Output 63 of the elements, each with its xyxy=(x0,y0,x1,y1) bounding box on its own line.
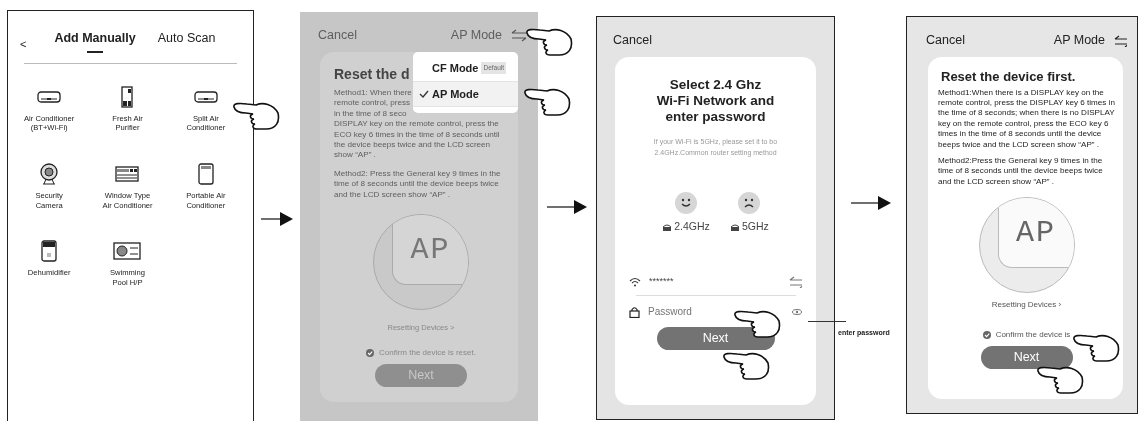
check-icon xyxy=(419,89,429,98)
screen-title: Reset the device first. xyxy=(940,68,1077,86)
lock-icon xyxy=(629,305,640,318)
flow-arrow xyxy=(261,212,293,226)
hand-icon xyxy=(733,308,781,339)
back-button[interactable]: < xyxy=(20,36,27,59)
band-label: 5GHz xyxy=(741,219,769,234)
resetting-link[interactable]: Resetting Devices › xyxy=(991,299,1062,312)
wifi-icon xyxy=(629,276,641,287)
eye-icon[interactable] xyxy=(792,308,802,315)
flow-arrow xyxy=(547,200,587,214)
switch-icon[interactable] xyxy=(510,27,528,43)
instruction-text: Method2:Press the General key 9 times in the time of 8 seconds until the device beeps twice and the LCD screen show “AP” . xyxy=(938,155,1104,188)
purifier-icon xyxy=(121,85,134,108)
router-icon xyxy=(662,222,673,231)
air-conditioner-icon xyxy=(193,90,218,103)
sad-face-icon xyxy=(738,192,761,214)
flow-arrow xyxy=(850,196,891,210)
mode-label: AP Mode xyxy=(1053,31,1105,49)
confirm-checkbox[interactable] xyxy=(982,331,991,340)
instruction-text: Method1:When there is a DISPLAY key on the remote control, press the DISPLAY key 6 times in the time of 8 seconds; when there is no DISPLAY key on the remote control, press the ECO key 6 times in the time of 8 seconds until the device beeps twice and the LCD screen show “AP” . xyxy=(938,87,1115,150)
window-unit-icon xyxy=(115,165,140,182)
cancel-link[interactable]: Cancel xyxy=(926,30,965,50)
tab[interactable]: Auto Scan xyxy=(153,29,220,59)
hand-icon xyxy=(1072,332,1120,363)
tab[interactable]: Add Manually xyxy=(50,29,140,59)
instruction-line: ECO key 6 times in the time of 8 seconds until xyxy=(334,129,500,141)
network-name[interactable]: ******* xyxy=(649,274,780,289)
screen-title: Select 2.4 Ghz Wi-Fi Network and enter password xyxy=(656,77,775,125)
hand-icon xyxy=(523,86,571,117)
menu-item[interactable]: AP Mode xyxy=(413,81,518,107)
confirm-label: Confirm the device is xyxy=(995,329,1071,342)
heat-pump-icon xyxy=(113,242,142,261)
lcd-readout: AP xyxy=(392,215,468,286)
instruction-line: Method1: When there xyxy=(334,88,412,99)
leader-line xyxy=(808,321,846,322)
instruction-line: the device beeps twice and the LCD screen xyxy=(334,140,491,151)
instruction-line: DISPLAY key on the remote control, press the xyxy=(334,119,499,130)
screen-title: Reset the d xyxy=(334,65,410,84)
hand-icon xyxy=(1036,364,1084,395)
password-field[interactable]: Password xyxy=(648,304,784,320)
switch-icon[interactable] xyxy=(1113,33,1127,47)
instruction-line: in the time of 8 seco xyxy=(334,108,407,120)
camera-icon xyxy=(40,162,59,185)
lcd-readout: AP xyxy=(997,198,1074,269)
mode-label: AP Mode xyxy=(450,26,502,44)
hand-icon xyxy=(525,26,573,57)
confirm-checkbox[interactable] xyxy=(366,349,375,358)
portable-unit-icon xyxy=(197,162,214,185)
band-label: 2.4GHz xyxy=(674,219,710,234)
switch-icon[interactable] xyxy=(788,275,802,288)
cancel-link[interactable]: Cancel xyxy=(318,25,357,45)
hand-icon xyxy=(722,350,770,381)
smiley-icon xyxy=(675,192,698,214)
instruction-text: Method2: Press the General key 9 times in the time of 8 seconds until the device beeps twice and the LCD screen show “AP” . xyxy=(334,168,502,201)
next-button[interactable]: Next xyxy=(980,346,1073,370)
instruction-line: show “AP” . xyxy=(334,150,376,161)
cancel-link[interactable]: Cancel xyxy=(613,30,652,50)
air-conditioner-icon xyxy=(37,90,62,103)
next-button[interactable]: Next xyxy=(656,327,775,351)
dehumidifier-icon xyxy=(41,240,58,263)
instruction-line: remote control, press xyxy=(334,98,411,109)
router-icon xyxy=(729,222,740,231)
